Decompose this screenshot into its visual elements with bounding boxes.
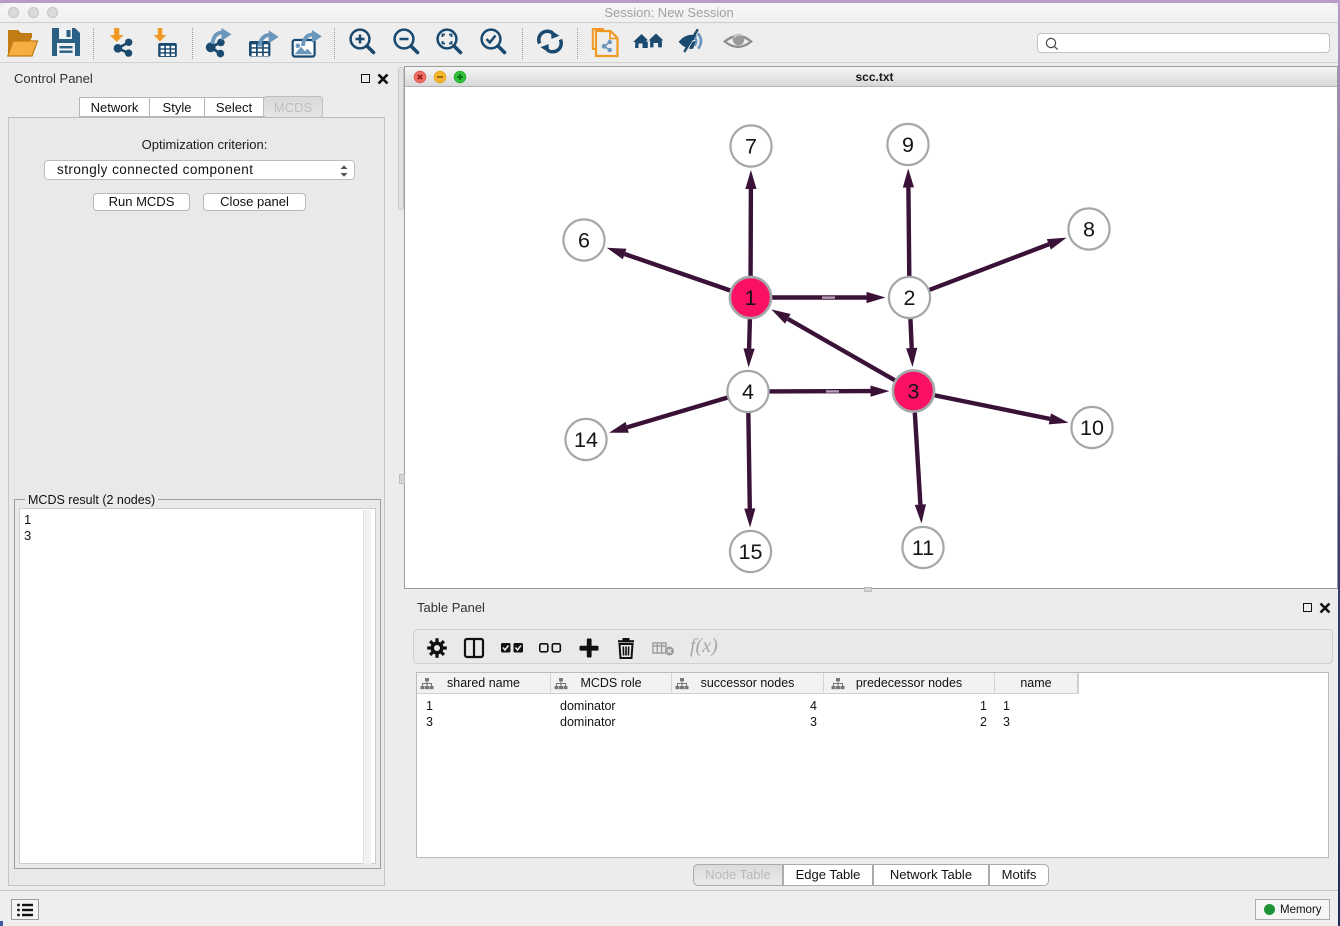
svg-text:3: 3 xyxy=(908,380,920,404)
svg-text:15: 15 xyxy=(739,540,763,564)
svg-text:11: 11 xyxy=(912,536,934,560)
svg-text:10: 10 xyxy=(1080,416,1104,440)
svg-text:7: 7 xyxy=(745,135,757,159)
svg-text:4: 4 xyxy=(742,380,754,404)
svg-text:8: 8 xyxy=(1083,218,1095,242)
svg-text:9: 9 xyxy=(902,133,914,157)
svg-text:1: 1 xyxy=(745,286,757,310)
svg-text:6: 6 xyxy=(578,229,590,253)
svg-text:14: 14 xyxy=(574,428,598,452)
svg-text:2: 2 xyxy=(904,286,916,310)
